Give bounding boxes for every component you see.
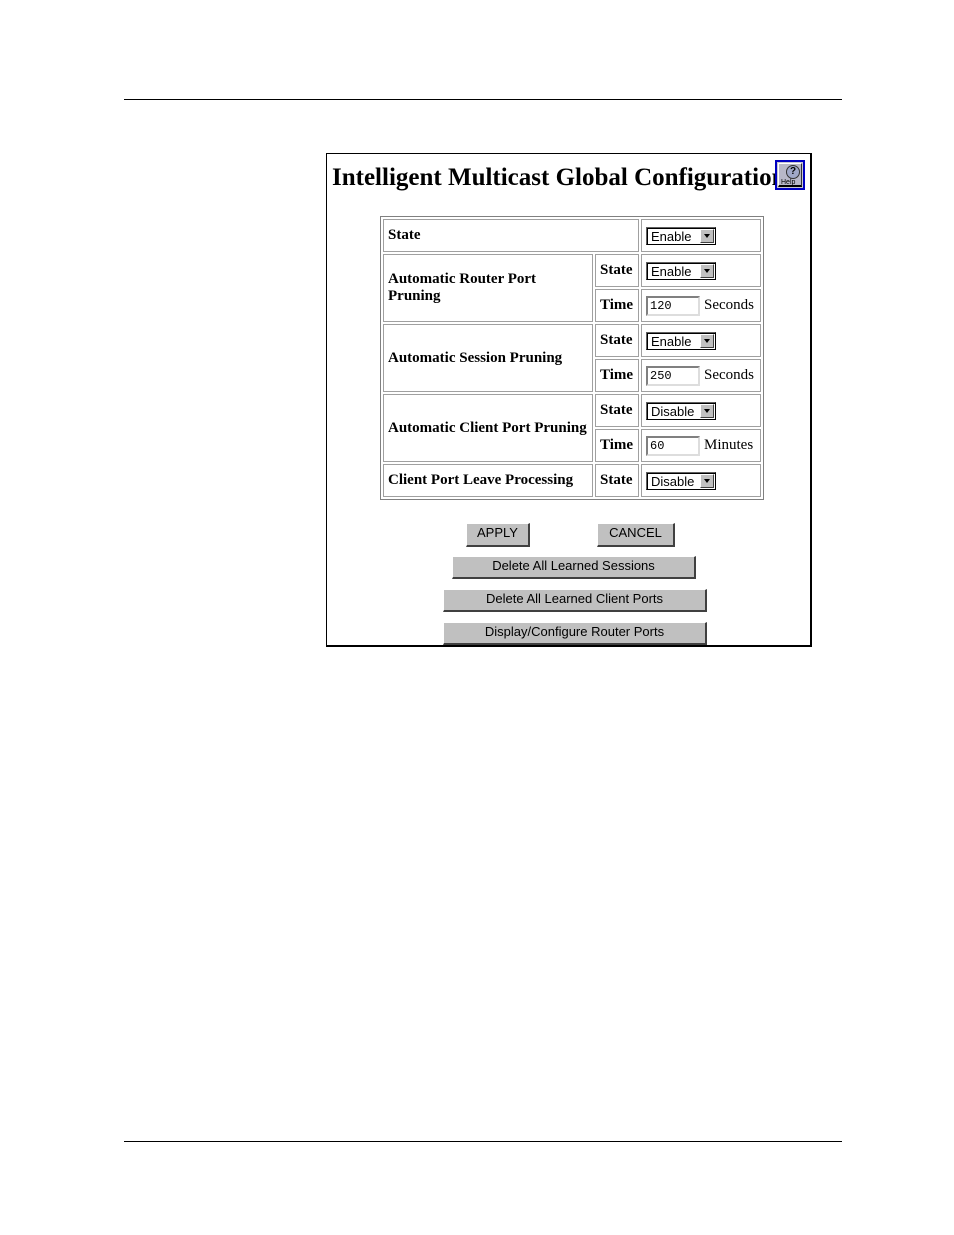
time-label: Time (595, 289, 639, 322)
leave-processing-state-select[interactable]: Disable (646, 471, 716, 490)
chevron-down-icon[interactable] (700, 403, 714, 418)
client-port-pruning-label: Automatic Client Port Pruning (383, 394, 593, 462)
global-state-label: State (383, 219, 639, 252)
config-table: State Enable Automatic Router Port Pruni… (380, 216, 764, 500)
time-unit: Minutes (704, 437, 754, 453)
table-row: Automatic Client Port Pruning State Disa… (383, 394, 761, 462)
apply-button[interactable]: APPLY (466, 523, 530, 547)
help-button[interactable]: ? Help (775, 160, 805, 190)
table-row: Automatic Router Port Pruning State Enab… (383, 254, 761, 322)
header-rule (124, 99, 842, 100)
router-port-pruning-state-select[interactable]: Enable (646, 261, 716, 280)
time-label: Time (595, 359, 639, 392)
router-port-pruning-label: Automatic Router Port Pruning (383, 254, 593, 322)
client-port-pruning-state-select[interactable]: Disable (646, 401, 716, 420)
router-port-pruning-time-input[interactable]: 120 (646, 295, 700, 316)
chevron-down-icon[interactable] (700, 228, 714, 243)
footer-rule (124, 1141, 842, 1142)
delete-all-learned-client-ports-button[interactable]: Delete All Learned Client Ports (443, 589, 707, 612)
client-port-pruning-time-input[interactable]: 60 (646, 435, 700, 456)
session-pruning-label: Automatic Session Pruning (383, 324, 593, 392)
chevron-down-icon[interactable] (700, 333, 714, 348)
display-configure-router-ports-button[interactable]: Display/Configure Router Ports (443, 622, 707, 645)
global-state-select[interactable]: Enable (646, 226, 716, 245)
table-row: Automatic Session Pruning State Enable (383, 324, 761, 392)
delete-all-learned-sessions-button[interactable]: Delete All Learned Sessions (452, 556, 696, 579)
chevron-down-icon[interactable] (700, 473, 714, 488)
table-row: Client Port Leave Processing State Disab… (383, 464, 761, 497)
session-pruning-state-select[interactable]: Enable (646, 331, 716, 350)
leave-processing-label: Client Port Leave Processing (383, 464, 593, 497)
config-panel: Intelligent Multicast Global Configurati… (326, 153, 812, 647)
state-label: State (595, 254, 639, 287)
help-label: Help (781, 179, 796, 186)
time-label: Time (595, 429, 639, 462)
page-title: Intelligent Multicast Global Configurati… (332, 164, 786, 191)
time-unit: Seconds (704, 297, 754, 313)
session-pruning-time-input[interactable]: 250 (646, 365, 700, 386)
state-label: State (595, 394, 639, 427)
chevron-down-icon[interactable] (700, 263, 714, 278)
state-label: State (595, 324, 639, 357)
cancel-button[interactable]: CANCEL (597, 523, 675, 547)
time-unit: Seconds (704, 367, 754, 383)
question-mark-icon: ? (786, 165, 800, 179)
state-label: State (595, 464, 639, 497)
table-row: State Enable (383, 219, 761, 252)
